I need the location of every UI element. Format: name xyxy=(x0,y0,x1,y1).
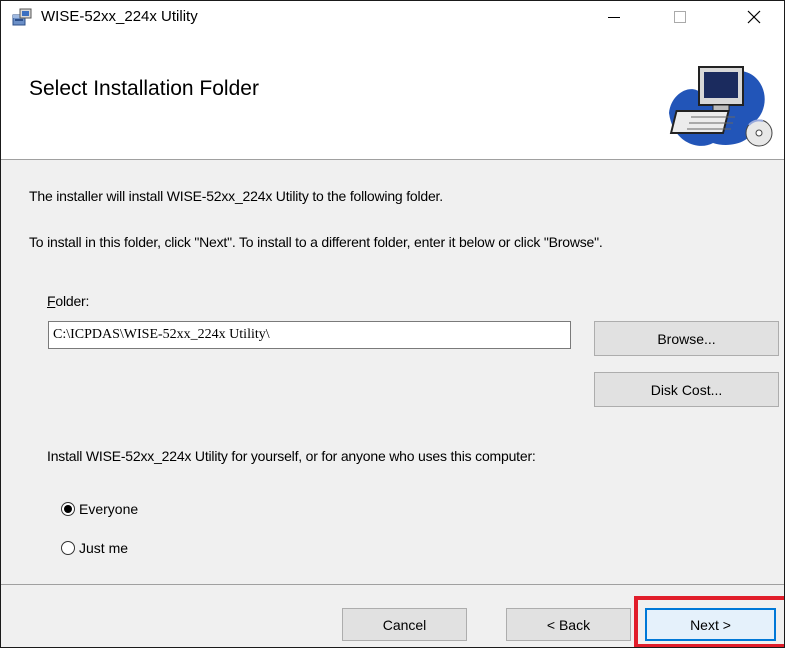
close-button[interactable] xyxy=(726,1,782,33)
browse-button[interactable]: Browse... xyxy=(594,321,779,356)
installer-package-icon xyxy=(12,8,32,26)
cancel-button[interactable]: Cancel xyxy=(342,608,467,641)
content-area: The installer will install WISE-52xx_224… xyxy=(1,160,784,584)
back-button[interactable]: < Back xyxy=(506,608,631,641)
radio-just-me-label: Just me xyxy=(79,540,129,556)
maximize-button[interactable] xyxy=(652,1,708,33)
folder-path-input[interactable] xyxy=(48,321,571,349)
radio-everyone-indicator[interactable] xyxy=(61,502,75,516)
page-title: Select Installation Folder xyxy=(29,77,259,100)
installer-window: WISE-52xx_224x Utility Select Installati… xyxy=(0,0,785,648)
maximize-icon xyxy=(674,11,686,23)
instruction-text: To install in this folder, click "Next".… xyxy=(29,234,603,250)
folder-label: Folder: xyxy=(47,293,89,309)
disk-cost-button[interactable]: Disk Cost... xyxy=(594,372,779,407)
radio-just-me-indicator[interactable] xyxy=(61,541,75,555)
minimize-icon xyxy=(608,17,620,18)
next-button[interactable]: Next > xyxy=(645,608,776,641)
window-title: WISE-52xx_224x Utility xyxy=(41,8,198,25)
computer-install-icon xyxy=(669,66,773,147)
radio-just-me[interactable]: Just me xyxy=(61,540,128,556)
minimize-button[interactable] xyxy=(586,1,642,33)
info-text: The installer will install WISE-52xx_224… xyxy=(29,188,443,204)
radio-everyone-label: Everyone xyxy=(79,501,139,517)
install-for-text: Install WISE-52xx_224x Utility for yours… xyxy=(47,448,536,464)
radio-everyone[interactable]: Everyone xyxy=(61,501,138,517)
header-banner: Select Installation Folder xyxy=(1,33,784,160)
close-icon xyxy=(747,10,761,24)
button-bar: Cancel < Back Next > xyxy=(1,584,784,647)
title-bar[interactable]: WISE-52xx_224x Utility xyxy=(1,1,784,33)
folder-label-text: older: xyxy=(55,293,90,309)
